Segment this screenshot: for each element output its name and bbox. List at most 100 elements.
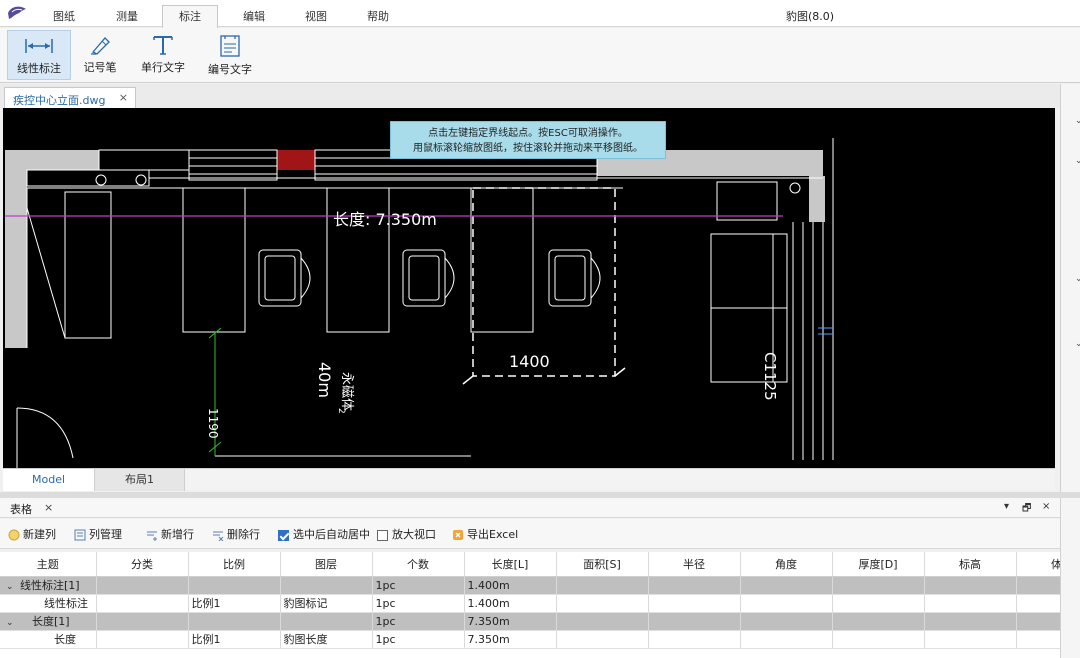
table-panel-close-icon[interactable]: × [44, 501, 53, 514]
table-cell [832, 630, 925, 649]
table-cell [648, 594, 741, 613]
group-title: 长度[1] [32, 615, 70, 628]
table-cell [648, 630, 741, 649]
document-tab-bar: 疾控中心立面.dwg × [0, 84, 1060, 108]
column-header[interactable]: 厚度[D] [832, 552, 925, 577]
auto-center-checkbox[interactable]: 选中后自动居中 [278, 527, 370, 543]
column-header[interactable]: 比例 [188, 552, 281, 577]
delete-row-icon [213, 531, 224, 541]
column-manage-label: 列管理 [89, 528, 122, 541]
table-cell [280, 576, 373, 595]
table-cell [96, 630, 189, 649]
column-header[interactable]: 图层 [280, 552, 373, 577]
menu-tab-measure[interactable]: 测量 [103, 6, 151, 28]
new-row-button[interactable]: 新增行 [146, 527, 194, 543]
zoom-view-label: 放大视口 [392, 528, 436, 541]
room-vertical-label: 永磁体 [339, 372, 354, 411]
table-cell: 7.350m [464, 630, 557, 649]
menu-tab-help[interactable]: 帮助 [354, 6, 402, 28]
chevron-down-icon[interactable]: ⌄ [1075, 116, 1080, 126]
table-cell: 长度 [0, 630, 97, 649]
document-tab[interactable]: 疾控中心立面.dwg × [4, 87, 136, 108]
column-header[interactable]: 主题 [0, 552, 97, 577]
table-cell: 7.350m [464, 612, 557, 631]
chevron-down-icon[interactable]: ⌄ [1075, 339, 1080, 349]
single-line-text-button[interactable]: 单行文字 [136, 30, 190, 80]
layout-tab-bar: Model 布局1 [3, 468, 1055, 491]
chevron-down-icon[interactable]: ⌄ [1075, 274, 1080, 284]
group-title: 线性标注[1] [20, 579, 80, 592]
table-cell: 比例1 [188, 630, 281, 649]
column-manage-icon [74, 529, 86, 541]
table-group-row[interactable]: ⌄ 长度[1] 1pc 7.350m [0, 612, 1060, 631]
table-cell [832, 612, 925, 631]
table-group-row[interactable]: ⌄ 线性标注[1] 1pc 1.400m [0, 576, 1060, 595]
column-header[interactable]: 个数 [372, 552, 465, 577]
measurement-table[interactable]: 主题 分类 比例 图层 个数 长度[L] 面积[S] 半径 角度 厚度[D] 标… [0, 552, 1060, 658]
auto-center-label: 选中后自动居中 [293, 528, 370, 541]
linear-dimension-button[interactable]: 线性标注 [7, 30, 71, 80]
column-header[interactable]: 体积 [1016, 552, 1060, 577]
table-cell: 1pc [372, 630, 465, 649]
new-column-button[interactable]: 新建列 [8, 527, 56, 543]
pin-icon[interactable]: ▾ [1004, 501, 1009, 512]
chevron-down-icon[interactable]: ⌄ [6, 618, 20, 628]
zoom-view-check-icon[interactable] [377, 529, 388, 541]
area-40m-label: 40m [315, 362, 334, 398]
column-header[interactable]: 角度 [740, 552, 833, 577]
drawing-canvas[interactable]: 长度: 7.350m 1400 1190 40m 永磁体 2 C1125 [3, 108, 1055, 468]
layout-tab-layout1[interactable]: 布局1 [95, 469, 185, 491]
delete-row-button[interactable]: 删除行 [212, 527, 260, 543]
table-cell: 1pc [372, 576, 465, 595]
column-header[interactable]: 面积[S] [556, 552, 649, 577]
table-cell [1016, 612, 1060, 631]
table-cell: 1.400m [464, 576, 557, 595]
chevron-down-icon[interactable]: ⌄ [6, 582, 20, 592]
table-cell [188, 612, 281, 631]
table-row[interactable]: 长度 比例1 豹图长度 1pc 7.350m [0, 630, 1060, 649]
column-header[interactable]: 分类 [96, 552, 189, 577]
column-header[interactable]: 长度[L] [464, 552, 557, 577]
table-row[interactable]: 线性标注 比例1 豹图标记 1pc 1.400m [0, 594, 1060, 613]
window-c1125-label: C1125 [761, 352, 779, 401]
zoom-view-checkbox[interactable]: 放大视口 [377, 527, 436, 543]
marker-pen-button[interactable]: 记号笔 [76, 30, 124, 80]
column-manage-button[interactable]: 列管理 [74, 527, 122, 543]
export-excel-icon [453, 530, 463, 540]
close-icon[interactable]: × [1042, 501, 1050, 512]
title-bar: 图纸 测量 标注 编辑 视图 帮助 豹图(8.0) [0, 0, 1080, 29]
numbered-text-label: 编号文字 [208, 63, 252, 76]
table-cell [96, 594, 189, 613]
right-side-panel[interactable]: ⌄ ⌄ ⌄ ⌄ [1060, 84, 1080, 494]
tooltip-line-1: 点击左键指定界线起点。按ESC可取消操作。 [428, 128, 628, 139]
table-header-row: 主题 分类 比例 图层 个数 长度[L] 面积[S] 半径 角度 厚度[D] 标… [0, 552, 1060, 577]
table-cell [556, 594, 649, 613]
text-icon [153, 36, 173, 55]
menu-tab-view[interactable]: 视图 [292, 6, 340, 28]
menu-tab-drawing[interactable]: 图纸 [40, 6, 88, 28]
document-tab-close-icon[interactable]: × [119, 91, 128, 104]
column-header[interactable]: 半径 [648, 552, 741, 577]
table-cell [556, 630, 649, 649]
table-cell: 豹图标记 [280, 594, 373, 613]
ribbon-toolbar: 线性标注 记号笔 单行文字 编号文字 [0, 28, 1080, 83]
table-cell [96, 612, 189, 631]
numbered-text-button[interactable]: 编号文字 [203, 30, 257, 80]
table-cell [740, 630, 833, 649]
table-cell: 1pc [372, 612, 465, 631]
linear-dimension-label: 线性标注 [17, 62, 61, 75]
auto-center-check-icon[interactable] [278, 529, 289, 541]
menu-tab-annotate[interactable]: 标注 [162, 5, 218, 29]
chevron-down-icon[interactable]: ⌄ [1075, 156, 1080, 166]
marker-pen-icon [91, 37, 110, 55]
export-excel-button[interactable]: 导出Excel [452, 527, 518, 543]
column-header[interactable]: 标高 [924, 552, 1017, 577]
menu-tab-edit[interactable]: 编辑 [230, 6, 278, 28]
delete-row-label: 删除行 [227, 528, 260, 541]
layout-tab-model[interactable]: Model [3, 469, 95, 491]
tooltip-line-2: 用鼠标滚轮缩放图纸，按住滚轮并拖动来平移图纸。 [413, 143, 643, 154]
table-cell [924, 576, 1017, 595]
cad-drawing[interactable]: 长度: 7.350m 1400 1190 40m 永磁体 2 C1125 [3, 108, 1055, 468]
restore-icon[interactable]: 🗗 [1022, 501, 1031, 518]
table-cell [740, 612, 833, 631]
